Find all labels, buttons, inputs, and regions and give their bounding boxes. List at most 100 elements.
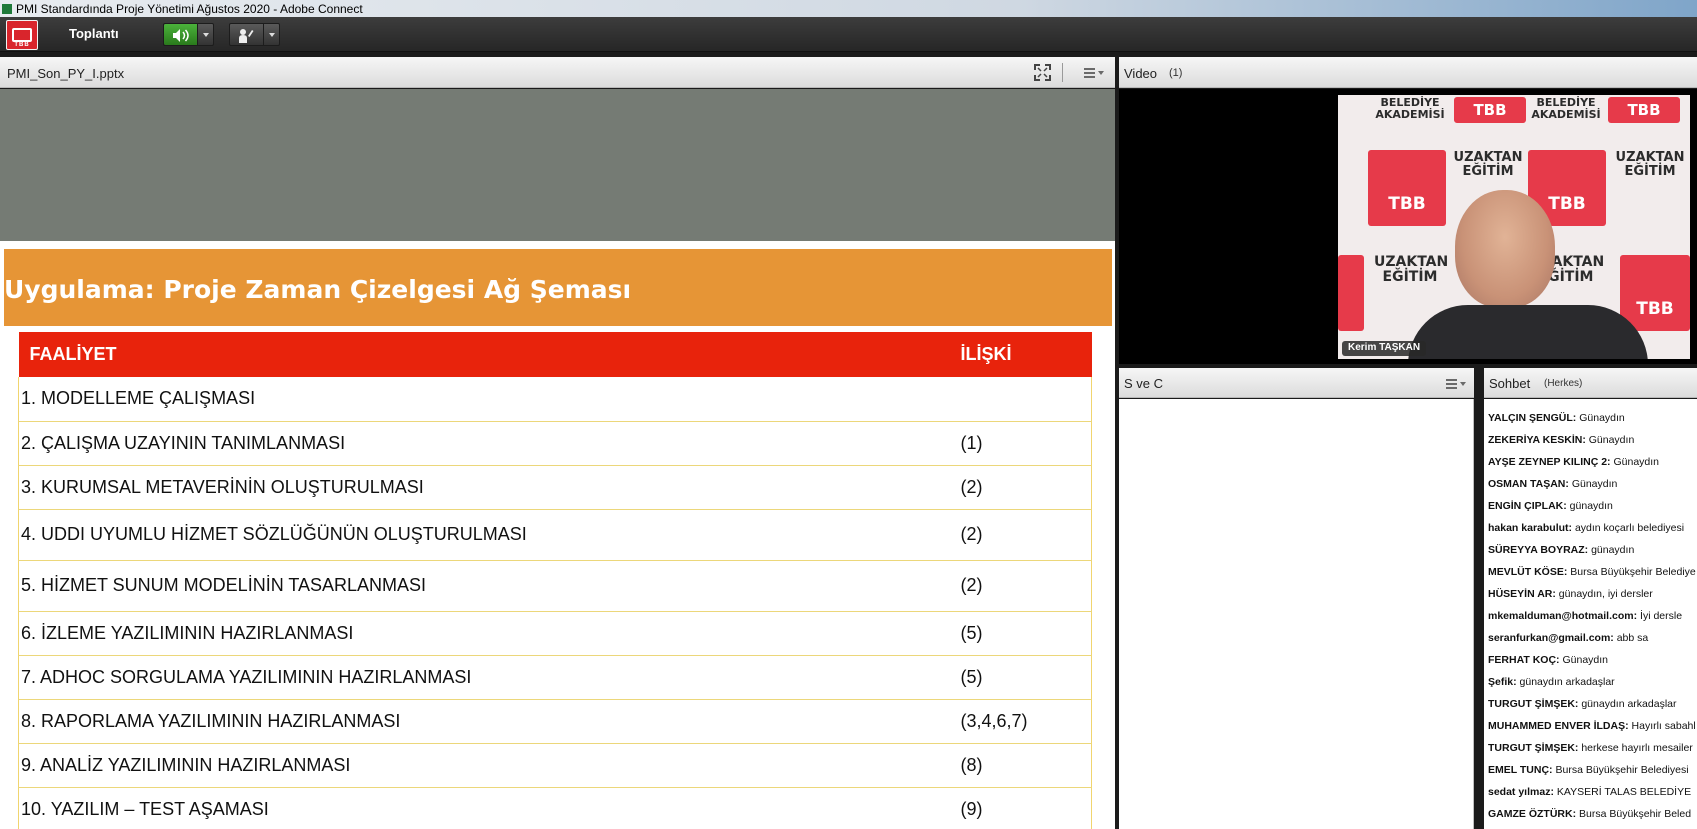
- chat-text: Günaydın: [1613, 456, 1660, 468]
- chat-sender: YALÇIN ŞENGÜL:: [1488, 412, 1577, 424]
- chat-message: OSMAN TAŞAN: Günaydın: [1484, 477, 1697, 499]
- chat-sender: SÜREYYA BOYRAZ:: [1488, 544, 1589, 556]
- activity-table: FAALİYET İLİŞKİ 1. MODELLEME ÇALIŞMASI 2.…: [18, 332, 1092, 829]
- chat-sender: ENGİN ÇIPLAK:: [1488, 500, 1567, 512]
- chat-sender: seranfurkan@gmail.com:: [1488, 632, 1614, 644]
- chat-message: FERHAT KOÇ: Günaydın: [1484, 653, 1697, 675]
- speaker-toggle[interactable]: [164, 24, 198, 45]
- share-pod-header: PMI_Son_PY_I.pptx: [0, 57, 1115, 88]
- app-icon: [2, 3, 12, 14]
- chat-message: YALÇIN ŞENGÜL: Günaydın: [1484, 411, 1697, 433]
- activity-cell: 10. YAZILIM – TEST AŞAMASI: [18, 787, 961, 829]
- chat-audience[interactable]: (Herkes): [1544, 378, 1582, 389]
- chat-sender: hakan karabulut:: [1488, 522, 1573, 534]
- header-activity: FAALİYET: [18, 332, 961, 377]
- chat-text: Hayırlı sabahl: [1631, 720, 1696, 732]
- chat-sender: sedat yılmaz:: [1488, 786, 1554, 798]
- logo-frame: [12, 28, 32, 42]
- backdrop-text: UZAKTAN EĞİTİM: [1615, 150, 1685, 179]
- chat-message: HÜSEYİN AR: günaydın, iyi dersler: [1484, 587, 1697, 609]
- activity-cell: 5. HİZMET SUNUM MODELİNİN TASARLANMASI: [18, 560, 961, 612]
- table-row: 2. ÇALIŞMA UZAYININ TANIMLANMASI (1): [18, 421, 1092, 466]
- activity-cell: 3. KURUMSAL METAVERİNİN OLUŞTURULMASI: [18, 465, 961, 510]
- table-row: 6. İZLEME YAZILIMININ HAZIRLANMASI (5): [18, 611, 1092, 656]
- window-title: PMI Standardında Proje Yönetimi Ağustos …: [16, 1, 363, 16]
- qa-pod-body: [1119, 399, 1474, 829]
- chat-sender: TURGUT ŞİMŞEK:: [1488, 742, 1579, 754]
- presenter-head: [1455, 190, 1555, 308]
- table-row: 7. ADHOC SORGULAMA YAZILIMININ HAZIRLANM…: [18, 655, 1092, 700]
- chat-text: günaydın: [1569, 500, 1613, 512]
- qa-pod-menu-icon[interactable]: [1446, 378, 1466, 390]
- raise-hand-icon: [239, 29, 254, 43]
- share-pod-menu-icon[interactable]: [1084, 67, 1104, 79]
- relation-cell: (2): [960, 509, 1092, 561]
- table-header-row: FAALİYET İLİŞKİ: [18, 332, 1092, 377]
- chat-pod-header: Sohbet (Herkes): [1484, 368, 1697, 398]
- activity-cell: 1. MODELLEME ÇALIŞMASI: [18, 377, 961, 422]
- pod-divider: [1475, 368, 1484, 829]
- menu-bar: TBB Toplantı: [0, 17, 1697, 52]
- tbb-logo[interactable]: TBB: [6, 20, 38, 50]
- slide-title: Uygulama: Proje Zaman Çizelgesi Ağ Şemas…: [4, 275, 632, 304]
- backdrop-text: UZAKTAN EĞİTİM: [1374, 254, 1449, 285]
- chat-text: Günaydın: [1562, 654, 1609, 666]
- speaker-button[interactable]: [163, 23, 214, 46]
- chat-text: Günaydın: [1588, 434, 1635, 446]
- presenter-video[interactable]: TBB TBB BELEDİYE AKADEMİSİ BELEDİYE AKAD…: [1338, 95, 1690, 359]
- relation-cell: (1): [960, 421, 1092, 466]
- chat-message: SÜREYYA BOYRAZ: günaydın: [1484, 543, 1697, 565]
- raise-hand-dropdown[interactable]: [263, 24, 279, 45]
- table-row: 4. UDDI UYUMLU HİZMET SÖZLÜĞÜNÜN OLUŞTUR…: [18, 509, 1092, 561]
- chat-message: sedat yılmaz: KAYSERİ TALAS BELEDİYE: [1484, 785, 1697, 807]
- backdrop-tbb-logo: TBB: [1454, 97, 1526, 123]
- table-row: 10. YAZILIM – TEST AŞAMASI (9): [18, 787, 1092, 829]
- chat-message: EMEL TUNÇ: Bursa Büyükşehir Belediyesi: [1484, 763, 1697, 785]
- presentation-slide: Uygulama: Proje Zaman Çizelgesi Ağ Şemas…: [0, 241, 1115, 829]
- raise-hand-toggle[interactable]: [230, 24, 264, 45]
- table-row: 1. MODELLEME ÇALIŞMASI: [18, 377, 1092, 422]
- table-row: 3. KURUMSAL METAVERİNİN OLUŞTURULMASI (2): [18, 465, 1092, 510]
- chat-sender: TURGUT ŞİMŞEK:: [1488, 698, 1579, 710]
- chat-message: GAMZE ÖZTÜRK: Bursa Büyükşehir Beled: [1484, 807, 1697, 829]
- slide-top-area: [0, 89, 1115, 241]
- table-row: 9. ANALİZ YAZILIMININ HAZIRLANMASI (8): [18, 743, 1092, 788]
- speaker-dropdown[interactable]: [197, 24, 213, 45]
- chat-sender: MUHAMMED ENVER İLDAŞ:: [1488, 720, 1629, 732]
- video-participant-count: (1): [1169, 67, 1183, 79]
- backdrop-tbb-logo: TBB: [1608, 97, 1680, 123]
- raise-hand-button[interactable]: [229, 23, 280, 46]
- speaker-icon: [173, 29, 189, 42]
- video-pod-title: Video: [1124, 66, 1158, 81]
- chat-sender: HÜSEYİN AR:: [1488, 588, 1556, 600]
- chat-sender: ZEKERİYA KESKİN:: [1488, 434, 1586, 446]
- chat-sender: EMEL TUNÇ:: [1488, 764, 1553, 776]
- fullscreen-icon[interactable]: [1034, 64, 1051, 81]
- chat-pod-title: Sohbet: [1489, 376, 1531, 391]
- chat-sender: AYŞE ZEYNEP KILINÇ 2:: [1488, 456, 1611, 468]
- chat-message: TURGUT ŞİMŞEK: günaydın arkadaşlar: [1484, 697, 1697, 719]
- chat-text: Günaydın: [1579, 412, 1625, 424]
- activity-cell: 6. İZLEME YAZILIMININ HAZIRLANMASI: [18, 611, 961, 656]
- chat-sender: FERHAT KOÇ:: [1488, 654, 1560, 666]
- chat-text: günaydın, iyi dersler: [1558, 588, 1653, 600]
- header-relation: İLİŞKİ: [960, 332, 1092, 377]
- video-pod-header: Video (1): [1119, 57, 1697, 88]
- chat-message: ZEKERİYA KESKİN: Günaydın: [1484, 433, 1697, 455]
- backdrop-text: UZAKTAN EĞİTİM: [1453, 150, 1523, 179]
- meeting-menu[interactable]: Toplantı: [69, 26, 119, 41]
- relation-cell: (8): [960, 743, 1092, 788]
- chat-message: ENGİN ÇIPLAK: günaydın: [1484, 499, 1697, 521]
- activity-cell: 8. RAPORLAMA YAZILIMININ HAZIRLANMASI: [18, 699, 961, 744]
- chat-text: aydın koçarlı belediyesi: [1574, 522, 1685, 534]
- relation-cell: (2): [960, 465, 1092, 510]
- activity-cell: 9. ANALİZ YAZILIMININ HAZIRLANMASI: [18, 743, 961, 788]
- chat-message-list: YALÇIN ŞENGÜL: Günaydın ZEKERİYA KESKİN: …: [1484, 399, 1697, 829]
- qa-pod-title: S ve C: [1124, 376, 1164, 391]
- chat-text: günaydın arkadaşlar: [1519, 676, 1615, 688]
- activity-cell: 4. UDDI UYUMLU HİZMET SÖZLÜĞÜNÜN OLUŞTUR…: [18, 509, 961, 561]
- chat-text: Bursa Büyükşehir Beled: [1579, 808, 1692, 820]
- chat-text: KAYSERİ TALAS BELEDİYE: [1556, 786, 1692, 798]
- chat-text: günaydın: [1591, 544, 1635, 556]
- chat-message: Şefik: günaydın arkadaşlar: [1484, 675, 1697, 697]
